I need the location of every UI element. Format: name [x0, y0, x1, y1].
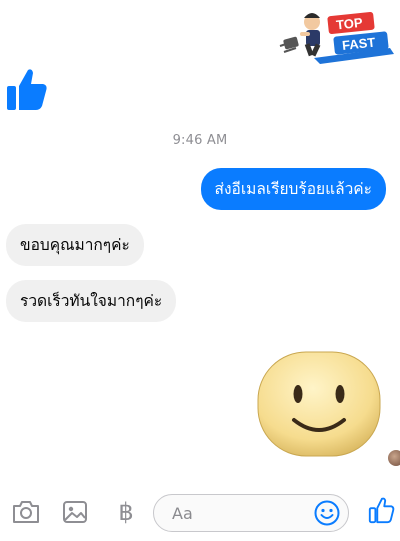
smiley-sticker [257, 351, 381, 457]
image-icon[interactable] [60, 498, 90, 526]
sent-message-bubble[interactable]: ส่งอีเมลเรียบร้อยแล้วค่ะ [200, 168, 386, 210]
received-message-bubble[interactable]: ขอบคุณมากๆค่ะ [6, 224, 144, 266]
received-message-bubble[interactable]: รวดเร็วทันใจมากๆค่ะ [6, 280, 177, 322]
thumbs-up-icon [7, 69, 47, 110]
top-fast-sticker: TOP FAST [279, 11, 394, 64]
payment-icon[interactable]: ฿ [111, 498, 141, 526]
emoji-icon[interactable] [314, 500, 340, 526]
message-input[interactable]: Aa [153, 494, 349, 532]
message-input-placeholder: Aa [172, 504, 193, 523]
camera-icon[interactable] [11, 498, 41, 526]
timestamp: 9:46 AM [172, 133, 228, 148]
seen-avatar [388, 450, 400, 466]
like-button-icon[interactable] [366, 496, 396, 524]
composer-bar: ฿ Aa [0, 482, 400, 541]
sticker-text-top: TOP [335, 15, 363, 33]
